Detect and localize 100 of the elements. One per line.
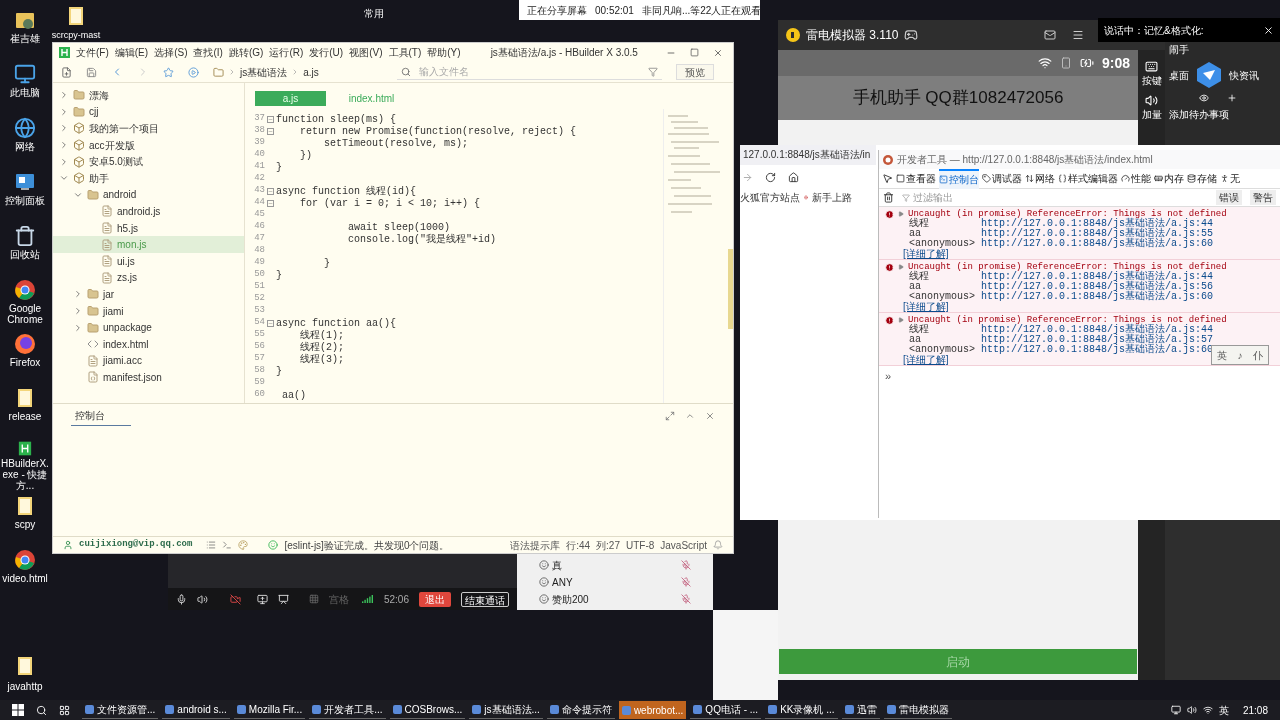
- desktop-icon-label[interactable]: 控制面板: [0, 195, 50, 206]
- panel-item[interactable]: 添加待办事项: [1169, 107, 1276, 122]
- level-filter-button[interactable]: 警告: [1250, 190, 1276, 205]
- desktop-icon-label[interactable]: scpy: [0, 519, 50, 530]
- taskbar-item[interactable]: Mozilla Fir...: [233, 701, 306, 719]
- code-line: async function 线程(id){: [276, 184, 417, 198]
- tree-item[interactable]: 安卓5.0测试: [53, 153, 244, 170]
- tree-item[interactable]: 漂海: [53, 87, 244, 104]
- menu-item[interactable]: 查找(I): [193, 45, 223, 60]
- desktop-icon-label[interactable]: video.html: [0, 573, 50, 584]
- taskbar-item[interactable]: 文件资源管...: [82, 701, 159, 719]
- menu-item[interactable]: 发行(U): [309, 45, 344, 60]
- tree-item[interactable]: acc开发版: [53, 136, 244, 154]
- desktop-icon-label[interactable]: 回收站: [0, 249, 50, 260]
- bookmark[interactable]: 火狐官方站点: [740, 189, 800, 205]
- tree-item[interactable]: ui.js: [53, 252, 244, 270]
- level-filter-button[interactable]: 错误: [1216, 190, 1242, 205]
- tree-item[interactable]: android: [53, 186, 244, 204]
- breadcrumb-item[interactable]: js基础语法: [240, 64, 288, 80]
- learn-more-link[interactable]: [详细了解]: [903, 355, 949, 365]
- menu-item[interactable]: 选择(S): [154, 45, 188, 60]
- side-button[interactable]: 按键: [1141, 60, 1162, 88]
- devtools-tab[interactable]: 存储: [1187, 168, 1217, 189]
- devtools-tab[interactable]: 网络: [1025, 168, 1055, 189]
- panel-item[interactable]: 快资讯: [1229, 67, 1259, 83]
- tree-item[interactable]: 助手: [53, 169, 244, 187]
- learn-more-link[interactable]: [详细了解]: [903, 302, 949, 312]
- devtools-tab[interactable]: 调试器: [982, 168, 1022, 189]
- clock[interactable]: 21:08: [1242, 702, 1268, 718]
- bookmark[interactable]: 新手上路: [812, 189, 852, 205]
- desktop-icon-label[interactable]: javahttp: [7, 679, 43, 694]
- taskbar-item[interactable]: QQ电话 - ...: [690, 701, 762, 719]
- line-number: 38: [253, 124, 265, 138]
- panel-heading: 闹手: [1169, 43, 1190, 57]
- tree-item[interactable]: index.html: [53, 335, 244, 353]
- desktop-icon-label[interactable]: 网络: [0, 141, 50, 152]
- tree-item[interactable]: manifest.json: [53, 369, 244, 386]
- taskbar-item[interactable]: android s...: [162, 701, 230, 719]
- panel-tab[interactable]: 控制台: [71, 406, 131, 426]
- taskbar-item[interactable]: COSBrows...: [389, 701, 466, 719]
- input-language[interactable]: 英: [1218, 702, 1229, 718]
- tree-item[interactable]: jar: [53, 286, 244, 303]
- devtools-tab[interactable]: 内存: [1154, 168, 1184, 189]
- ime-button[interactable]: ♪: [1237, 347, 1243, 363]
- stack-location-link[interactable]: http://127.0.0.1:8848/js基础语法/a.js:44: [981, 219, 1214, 229]
- menu-item[interactable]: 帮助(Y): [427, 45, 461, 60]
- tree-item[interactable]: android.js: [53, 203, 244, 220]
- preview-button[interactable]: 预览: [676, 64, 714, 80]
- menu-item[interactable]: 文件(F): [76, 45, 109, 60]
- desktop-icon-label[interactable]: Google Chrome: [0, 303, 50, 325]
- code-line: }: [276, 268, 282, 283]
- desktop-icon-label[interactable]: scrcpy-mast: [51, 29, 101, 43]
- syntax-library-link[interactable]: 语法提示库: [510, 537, 561, 553]
- devtools-tab[interactable]: 样式编辑器: [1058, 168, 1118, 189]
- taskbar-item[interactable]: 雷电模拟器: [883, 701, 952, 719]
- desktop-icon-label[interactable]: 崔吉雄: [0, 33, 50, 44]
- end-call-button[interactable]: 结束通话: [461, 591, 509, 607]
- devtools-tab[interactable]: 无: [1220, 168, 1240, 189]
- side-button[interactable]: 加量: [1141, 94, 1162, 122]
- line-number: 47: [253, 232, 265, 246]
- panel-item[interactable]: 桌面: [1169, 67, 1189, 83]
- taskbar-item[interactable]: 命令提示符: [546, 701, 615, 719]
- taskbar-item[interactable]: webrobot...: [618, 701, 687, 719]
- taskbar-item[interactable]: 迅雷: [841, 701, 880, 719]
- stack-location-link[interactable]: http://127.0.0.1:8848/js基础语法/a.js:44: [981, 325, 1214, 335]
- stack-location-link[interactable]: http://127.0.0.1:8848/js基础语法/a.js:44: [981, 272, 1214, 282]
- desktop-icon-label[interactable]: HBuilderX.exe - 快捷方...: [0, 458, 50, 491]
- taskbar-item[interactable]: js基础语法...: [469, 701, 543, 719]
- devtools-tab[interactable]: 查看器: [896, 168, 936, 189]
- tree-item[interactable]: jiami: [53, 302, 244, 320]
- menu-item[interactable]: 工具(T): [388, 45, 422, 60]
- taskbar-item[interactable]: 开发者工具...: [309, 701, 386, 719]
- tree-item[interactable]: h5.js: [53, 219, 244, 237]
- ime-button[interactable]: 英: [1217, 347, 1228, 363]
- filter-field[interactable]: 过滤输出: [913, 190, 1208, 205]
- browser-tab[interactable]: 127.0.0.1:8848/js基础语法/in: [740, 145, 876, 165]
- tree-item[interactable]: unpackage: [53, 319, 244, 336]
- tree-item[interactable]: 我的第一个项目: [53, 120, 244, 137]
- tree-item[interactable]: cjj: [53, 103, 244, 121]
- breadcrumb-item[interactable]: a.js: [303, 64, 319, 80]
- menu-item[interactable]: 跳转(G): [228, 45, 264, 60]
- menu-item[interactable]: 视图(V): [349, 45, 383, 60]
- lint-message: [eslint-js]验证完成。共发现0个问题。: [284, 538, 450, 553]
- devtools-tab[interactable]: 控制台: [939, 168, 979, 189]
- desktop-icon-label[interactable]: 此电脑: [0, 87, 50, 98]
- group-label: 常用: [364, 7, 384, 21]
- language-mode[interactable]: JavaScript: [660, 537, 707, 553]
- desktop-icon-label[interactable]: Firefox: [0, 357, 50, 368]
- devtools-tab[interactable]: 性能: [1121, 168, 1151, 189]
- menu-item[interactable]: 运行(R): [269, 45, 304, 60]
- tree-item[interactable]: zs.js: [53, 269, 244, 287]
- console-prompt: »: [884, 369, 893, 384]
- tree-item[interactable]: jiami.acc: [53, 352, 244, 370]
- desktop-icon-label[interactable]: release: [0, 411, 50, 422]
- taskbar-item[interactable]: KK录像机 ...: [765, 701, 838, 719]
- ime-button[interactable]: 仆: [1252, 347, 1263, 363]
- learn-more-link[interactable]: [详细了解]: [903, 249, 949, 259]
- menu-item[interactable]: 编辑(E): [114, 45, 149, 60]
- file-search-field[interactable]: 输入文件名: [419, 64, 640, 79]
- leave-button[interactable]: 退出: [419, 591, 451, 607]
